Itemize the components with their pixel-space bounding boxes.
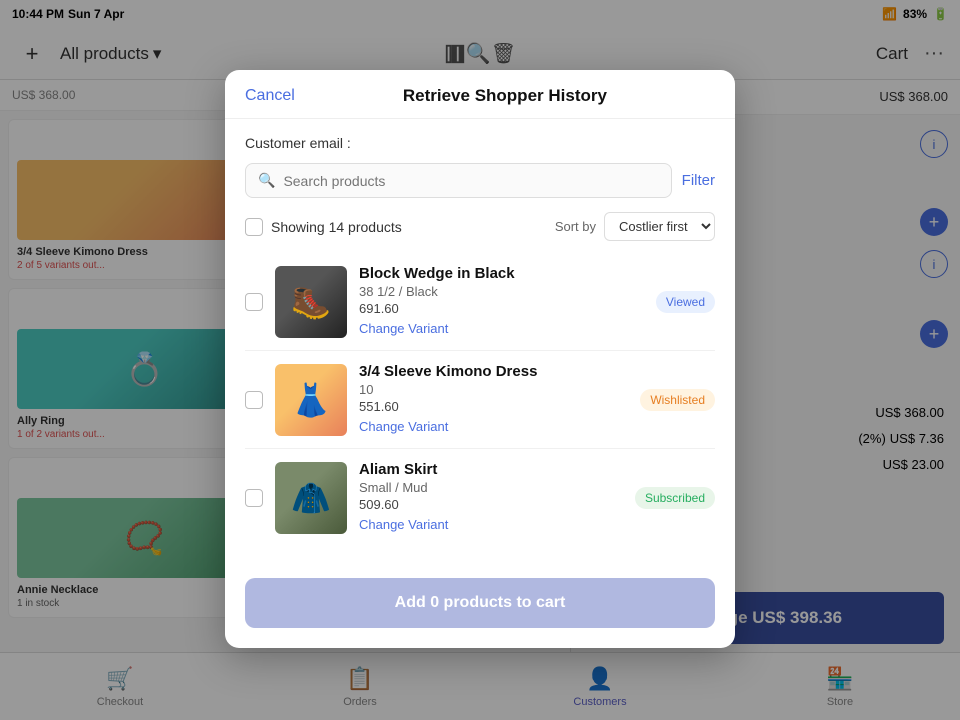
item-badge-1: Viewed (656, 291, 715, 313)
add-to-cart-button[interactable]: Add 0 products to cart (245, 578, 715, 628)
cancel-button[interactable]: Cancel (245, 87, 295, 105)
item-details-3: Aliam Skirt Small / Mud 509.60 Change Va… (359, 461, 623, 534)
filter-button[interactable]: Filter (682, 172, 715, 189)
item-details-2: 3/4 Sleeve Kimono Dress 10 551.60 Change… (359, 363, 628, 436)
product-list-item-2: 👗 3/4 Sleeve Kimono Dress 10 551.60 Chan… (245, 351, 715, 449)
product-list: 🥾 Block Wedge in Black 38 1/2 / Black 69… (245, 253, 715, 546)
item-checkbox-3[interactable] (245, 489, 263, 507)
item-variant-1: 38 1/2 / Black (359, 284, 644, 299)
item-variant-3: Small / Mud (359, 480, 623, 495)
showing-text: Showing 14 products (271, 219, 402, 235)
item-image-2: 👗 (275, 364, 347, 436)
item-price-2: 551.60 (359, 399, 628, 414)
product-list-item-3: 🧥 Aliam Skirt Small / Mud 509.60 Change … (245, 449, 715, 546)
sort-by-label: Sort by (555, 219, 596, 234)
item-name-1: Block Wedge in Black (359, 265, 644, 282)
search-input[interactable] (283, 173, 658, 189)
item-name-2: 3/4 Sleeve Kimono Dress (359, 363, 628, 380)
item-checkbox-2[interactable] (245, 391, 263, 409)
search-icon: 🔍 (258, 172, 275, 189)
modal-header: Cancel Retrieve Shopper History (225, 70, 735, 119)
boot-icon: 🥾 (291, 283, 331, 321)
select-all-checkbox[interactable] (245, 218, 263, 236)
search-row: 🔍 Filter (245, 163, 715, 198)
item-badge-3: Subscribed (635, 487, 715, 509)
showing-left: Showing 14 products (245, 218, 402, 236)
skirt-icon: 🧥 (291, 479, 331, 517)
change-variant-link-1[interactable]: Change Variant (359, 321, 448, 336)
item-checkbox-1[interactable] (245, 293, 263, 311)
item-image-3: 🧥 (275, 462, 347, 534)
item-details-1: Block Wedge in Black 38 1/2 / Black 691.… (359, 265, 644, 338)
customer-email-label: Customer email : (245, 135, 715, 151)
modal-title: Retrieve Shopper History (295, 86, 715, 106)
showing-row: Showing 14 products Sort by Costlier fir… (245, 212, 715, 241)
search-box: 🔍 (245, 163, 672, 198)
change-variant-link-2[interactable]: Change Variant (359, 419, 448, 434)
sort-row: Sort by Costlier first (555, 212, 715, 241)
item-name-3: Aliam Skirt (359, 461, 623, 478)
sort-select[interactable]: Costlier first (604, 212, 715, 241)
retrieve-shopper-history-modal: Cancel Retrieve Shopper History Customer… (225, 70, 735, 648)
item-image-1: 🥾 (275, 266, 347, 338)
change-variant-link-3[interactable]: Change Variant (359, 517, 448, 532)
item-price-1: 691.60 (359, 301, 644, 316)
item-price-3: 509.60 (359, 497, 623, 512)
dress-icon: 👗 (291, 381, 331, 419)
item-variant-2: 10 (359, 382, 628, 397)
product-list-item: 🥾 Block Wedge in Black 38 1/2 / Black 69… (245, 253, 715, 351)
item-badge-2: Wishlisted (640, 389, 715, 411)
modal-body: Customer email : 🔍 Filter Showing 14 pro… (225, 119, 735, 562)
